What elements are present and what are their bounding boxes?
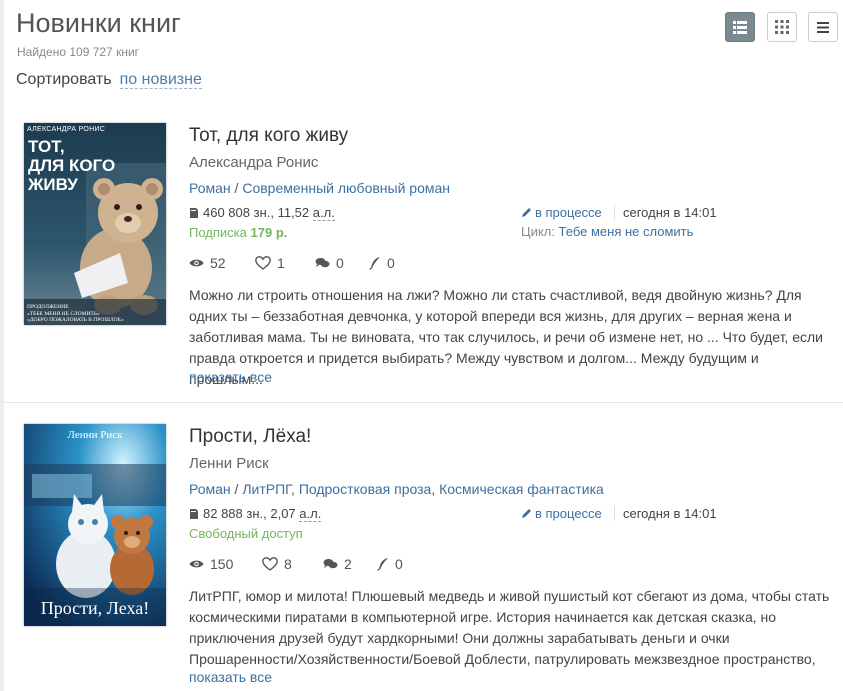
show-all-link[interactable]: показать все bbox=[189, 669, 272, 685]
book-genres: Роман / ЛитРПГ, Подростковая проза, Косм… bbox=[189, 481, 604, 497]
sort-control: Сортировать по новизне bbox=[16, 71, 202, 89]
cover-author: Ленни Риск bbox=[67, 429, 123, 441]
update-date: сегодня в 14:01 bbox=[623, 506, 717, 521]
cover-title-line: ЖИВУ bbox=[28, 175, 78, 194]
status-text: в процессе bbox=[535, 506, 602, 521]
grid-view-button[interactable] bbox=[767, 12, 797, 42]
grid-view-icon bbox=[775, 20, 789, 34]
price-value: 179 р. bbox=[250, 225, 288, 240]
comments-stat[interactable]: 2 bbox=[323, 556, 352, 572]
cycle-link[interactable]: Тебе меня не сломить bbox=[559, 224, 694, 239]
heart-icon bbox=[255, 256, 271, 270]
price-label: Подписка bbox=[189, 225, 247, 240]
price: Подписка 179 р. bbox=[189, 225, 287, 240]
genre-link[interactable]: Роман bbox=[189, 481, 231, 497]
book-icon bbox=[190, 509, 198, 519]
access-label: Свободный доступ bbox=[189, 526, 303, 541]
rewards-stat[interactable]: 0 bbox=[377, 556, 403, 572]
book-cover[interactable]: Ленни Риск Прости, Леха! bbox=[24, 424, 166, 626]
eye-icon bbox=[189, 560, 204, 568]
show-all-link[interactable]: показать все bbox=[189, 369, 272, 385]
compact-view-button[interactable] bbox=[808, 12, 838, 42]
likes-count: 1 bbox=[277, 255, 285, 271]
rewards-count: 0 bbox=[395, 556, 403, 572]
status: в процессе bbox=[521, 205, 602, 220]
likes-stat[interactable]: 1 bbox=[255, 255, 285, 271]
list-view-button[interactable] bbox=[725, 12, 755, 42]
divider bbox=[614, 205, 615, 220]
update-date: сегодня в 14:01 bbox=[623, 205, 717, 220]
cycle: Цикл: Тебе меня не сломить bbox=[521, 224, 693, 239]
rewards-count: 0 bbox=[387, 255, 395, 271]
views-count: 52 bbox=[210, 255, 226, 271]
book-cover-art bbox=[24, 424, 166, 626]
size-unit[interactable]: а.л. bbox=[312, 205, 335, 221]
book-card: Ленни Риск Прости, Леха! Прости, Лёха! Л… bbox=[0, 408, 843, 691]
page-title: Новинки книг bbox=[16, 8, 181, 38]
views-stat: 52 bbox=[189, 255, 226, 271]
size-text: 460 808 зн., 11,52 bbox=[203, 205, 310, 220]
likes-stat[interactable]: 8 bbox=[262, 556, 292, 572]
book-description: Можно ли строить отношения на лжи? Можно… bbox=[189, 287, 823, 387]
pencil-icon bbox=[522, 509, 531, 518]
comments-icon bbox=[323, 559, 338, 569]
eye-icon bbox=[189, 259, 204, 267]
list-view-icon bbox=[733, 20, 747, 34]
genre-link[interactable]: Современный любовный роман bbox=[242, 180, 450, 196]
sort-label: Сортировать bbox=[16, 71, 112, 88]
feather-icon bbox=[377, 558, 388, 571]
book-size: 82 888 зн., 2,07 а.л. bbox=[189, 506, 322, 522]
comments-count: 2 bbox=[344, 556, 352, 572]
book-icon bbox=[190, 208, 198, 218]
book-author[interactable]: Ленни Риск bbox=[189, 455, 269, 472]
genre-link[interactable]: Подростковая проза bbox=[299, 481, 432, 497]
heart-icon bbox=[262, 557, 278, 571]
size-text: 82 888 зн., 2,07 bbox=[203, 506, 296, 521]
cover-title-line: ТОТ, bbox=[28, 137, 65, 156]
cover-author: АЛЕКСАНДРА РОНИС bbox=[27, 126, 106, 133]
book-genres: Роман / Современный любовный роман bbox=[189, 180, 451, 196]
book-card: АЛЕКСАНДРА РОНИС ТОТ, ДЛЯ КОГО ЖИВУ ПРОД… bbox=[0, 107, 843, 403]
genre-link[interactable]: Космическая фантастика bbox=[439, 481, 604, 497]
comments-stat[interactable]: 0 bbox=[315, 255, 344, 271]
status-text: в процессе bbox=[535, 205, 602, 220]
views-count: 150 bbox=[210, 556, 234, 572]
genre-link[interactable]: ЛитРПГ bbox=[242, 481, 291, 497]
pencil-icon bbox=[522, 208, 531, 217]
cover-title-line: ДЛЯ КОГО bbox=[28, 156, 116, 175]
views-stat: 150 bbox=[189, 556, 233, 572]
genre-link[interactable]: Роман bbox=[189, 180, 231, 196]
cover-title: Прости, Леха! bbox=[40, 598, 150, 618]
feather-icon bbox=[369, 257, 380, 270]
results-count: Найдено 109 727 книг bbox=[17, 45, 140, 59]
book-description: ЛитРПГ, юмор и милота! Плюшевый медведь … bbox=[189, 588, 830, 667]
cover-note: ПРОДОЛЖЕНИЕ «ТЕБЕ МЕНЯ НЕ СЛОМИТЬ» «ДОБР… bbox=[27, 304, 124, 324]
comments-icon bbox=[315, 258, 330, 268]
likes-count: 8 bbox=[284, 556, 292, 572]
status: в процессе bbox=[521, 506, 602, 521]
book-size: 460 808 зн., 11,52 а.л. bbox=[189, 205, 335, 221]
rewards-stat[interactable]: 0 bbox=[369, 255, 395, 271]
menu-icon bbox=[817, 21, 829, 33]
cover-note-line: «ДОБРО ПОЖАЛОВАТЬ В ПРОШЛОЕ» bbox=[27, 317, 124, 323]
cover-title: ТОТ, ДЛЯ КОГО ЖИВУ bbox=[28, 137, 115, 194]
size-unit[interactable]: а.л. bbox=[299, 506, 322, 522]
divider bbox=[614, 506, 615, 521]
comments-count: 0 bbox=[336, 255, 344, 271]
book-author[interactable]: Александра Ронис bbox=[189, 154, 318, 171]
book-title[interactable]: Тот, для кого живу bbox=[189, 125, 348, 147]
book-title[interactable]: Прости, Лёха! bbox=[189, 426, 311, 448]
sort-dropdown[interactable]: по новизне bbox=[119, 71, 202, 89]
cycle-label: Цикл: bbox=[521, 224, 555, 239]
book-cover[interactable]: АЛЕКСАНДРА РОНИС ТОТ, ДЛЯ КОГО ЖИВУ ПРОД… bbox=[24, 123, 166, 325]
